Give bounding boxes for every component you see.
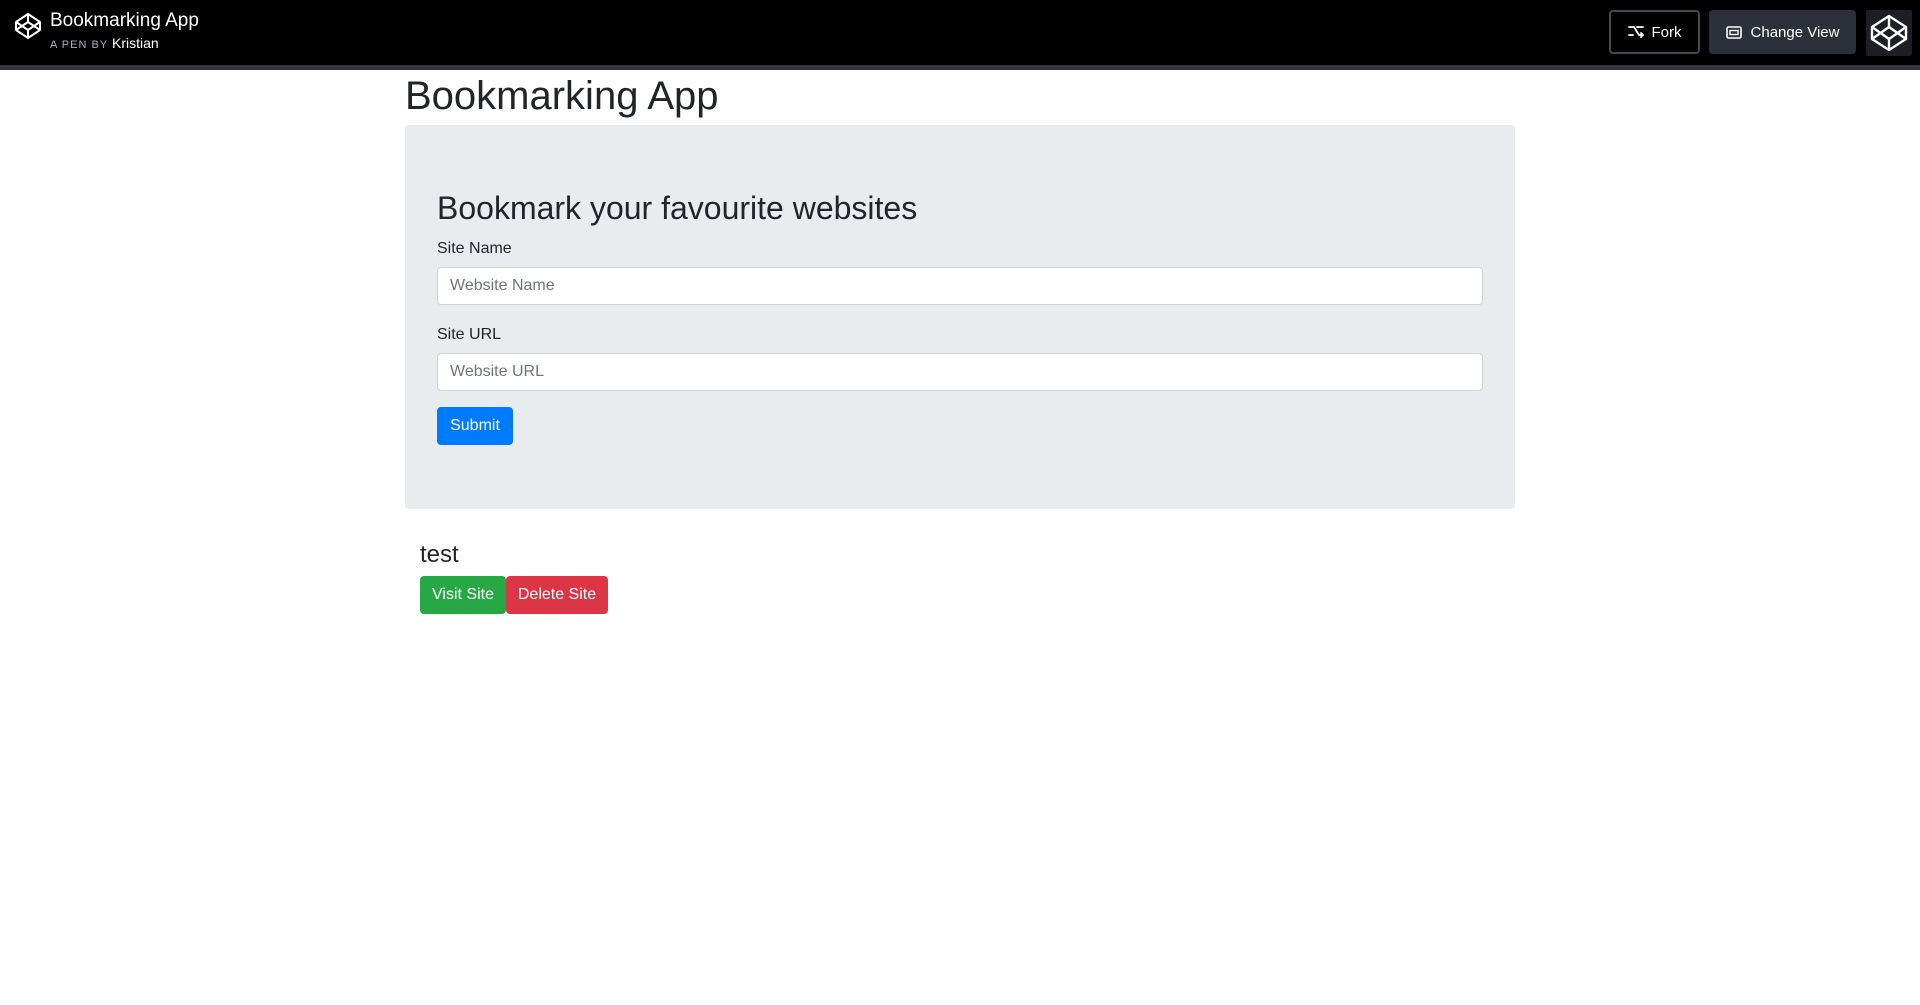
codepen-home-link[interactable]	[1866, 10, 1912, 56]
change-view-button[interactable]: Change View	[1709, 10, 1856, 54]
pen-byline: A PEN BY Kristian	[50, 36, 199, 52]
pen-author-link[interactable]: Kristian	[112, 35, 159, 51]
codepen-header: Bookmarking App A PEN BY Kristian Fork C…	[0, 0, 1920, 70]
fork-button[interactable]: Fork	[1609, 10, 1700, 54]
codepen-logo-icon[interactable]	[14, 12, 42, 40]
change-view-label: Change View	[1750, 23, 1840, 41]
pen-title: Bookmarking App	[50, 10, 199, 31]
bookmark-item: test Visit Site Delete Site	[420, 540, 608, 614]
fork-icon	[1627, 26, 1644, 38]
pen-brand: Bookmarking App A PEN BY Kristian	[14, 10, 199, 52]
site-url-input[interactable]	[437, 353, 1483, 391]
site-url-label: Site URL	[437, 326, 502, 343]
form-heading: Bookmark your favourite websites	[437, 190, 918, 226]
layout-icon	[1725, 25, 1742, 39]
fork-label: Fork	[1651, 23, 1682, 41]
submit-button[interactable]: Submit	[437, 407, 513, 445]
bookmark-actions: Visit Site Delete Site	[420, 576, 608, 614]
site-name-label: Site Name	[437, 240, 512, 257]
site-name-input[interactable]	[437, 267, 1483, 305]
bookmark-name: test	[420, 541, 459, 568]
pen-by-prefix: A PEN BY	[50, 39, 108, 51]
visit-site-button[interactable]: Visit Site	[420, 576, 506, 614]
delete-site-button[interactable]: Delete Site	[506, 576, 608, 614]
bookmark-form-panel: Bookmark your favourite websites Site Na…	[405, 125, 1515, 509]
page-title: Bookmarking App	[405, 74, 719, 118]
codepen-logo-icon	[1870, 14, 1908, 52]
